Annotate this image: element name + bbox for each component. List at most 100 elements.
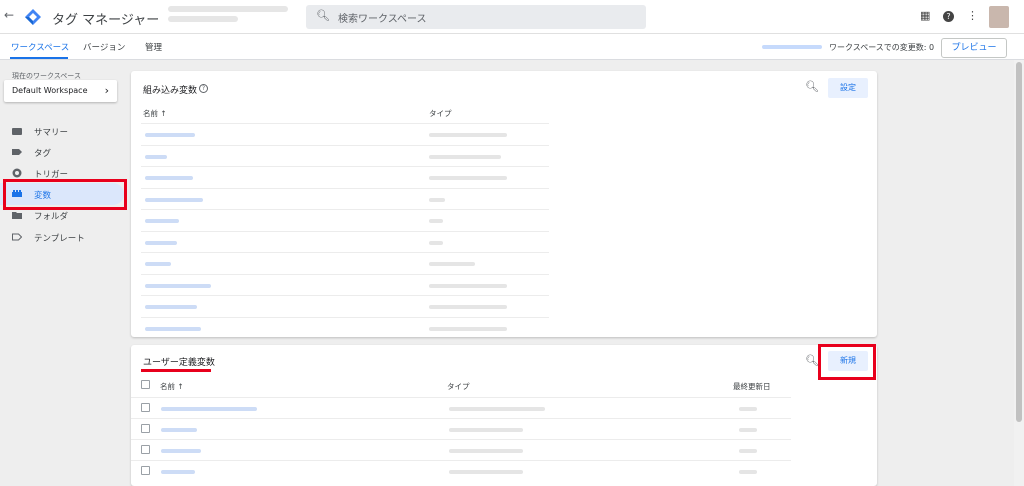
column-header-last-edited: 最終更新日	[733, 382, 771, 391]
table-row[interactable]	[141, 166, 549, 187]
variable-type	[449, 407, 545, 411]
tag-icon	[12, 149, 22, 155]
arrow-left-icon[interactable]: ←	[4, 8, 14, 22]
variable-name-link[interactable]	[145, 305, 197, 309]
tab-admin[interactable]: 管理	[145, 41, 162, 53]
search-icon[interactable]: 🔍︎	[805, 354, 819, 367]
variable-type	[429, 326, 507, 331]
variable-name-link[interactable]	[145, 283, 211, 288]
user-defined-variables-card: ユーザー定義変数 🔍︎ 新規 名前 ↑ タイプ 最終更新日	[131, 345, 877, 486]
table-row[interactable]	[131, 418, 791, 439]
more-vert-icon[interactable]: ⋮	[967, 9, 978, 22]
column-header-type: タイプ	[429, 109, 452, 118]
row-checkbox[interactable]	[141, 403, 150, 412]
table-row[interactable]	[141, 123, 549, 144]
variable-name-link[interactable]	[161, 407, 257, 411]
row-checkbox[interactable]	[141, 424, 150, 433]
tab-workspace[interactable]: ワークスペース	[11, 41, 69, 53]
table-row[interactable]	[141, 295, 549, 316]
variable-name-link[interactable]	[161, 428, 197, 432]
last-edited-date	[739, 428, 757, 432]
variable-name-link[interactable]	[145, 240, 177, 245]
variable-type	[449, 449, 523, 453]
template-icon	[12, 233, 22, 241]
search-icon: 🔍︎	[316, 9, 330, 22]
help-circle-icon[interactable]: ?	[199, 84, 208, 93]
variable-name-link[interactable]	[145, 262, 171, 266]
table-row[interactable]	[131, 439, 791, 460]
table-row[interactable]	[141, 273, 549, 295]
search-icon[interactable]: 🔍︎	[805, 80, 819, 93]
variable-name-link[interactable]	[145, 219, 179, 223]
table-row[interactable]	[141, 230, 549, 252]
table-row[interactable]	[141, 209, 549, 230]
variable-type	[449, 428, 523, 432]
sidebar-item-label: フォルダ	[34, 212, 69, 222]
search-bar[interactable]: 🔍︎ 検索ワークスペース	[306, 5, 646, 29]
row-checkbox[interactable]	[141, 445, 150, 454]
select-all-checkbox[interactable]	[141, 380, 150, 389]
active-tab-indicator	[10, 57, 68, 59]
variable-name-link[interactable]	[145, 326, 201, 331]
variable-type	[429, 283, 507, 288]
variable-name-link[interactable]	[145, 154, 167, 159]
workspace-nav: ワークスペース バージョン 管理 ワークスペースでの変更数: 0 プレビュー	[0, 34, 1024, 60]
row-checkbox[interactable]	[141, 466, 150, 475]
app-title: タグ マネージャー	[52, 13, 160, 28]
highlight-box-variables	[3, 179, 127, 210]
table-row[interactable]	[141, 187, 549, 209]
user-defined-variables-title: ユーザー定義変数	[143, 358, 215, 368]
sidebar-item-label: サマリー	[34, 128, 69, 138]
workspace-selector[interactable]: Default Workspace ›	[4, 80, 117, 102]
search-placeholder[interactable]: 検索ワークスペース	[338, 10, 427, 25]
variable-type	[429, 133, 507, 137]
container-id-link[interactable]	[762, 45, 822, 49]
last-edited-date	[739, 407, 757, 411]
sidebar-item-label: タグ	[34, 149, 52, 159]
tag-manager-logo[interactable]	[24, 8, 42, 26]
builtin-variables-card: 組み込み変数 ? 🔍︎ 設定 名前 ↑ タイプ	[131, 71, 877, 337]
chevron-right-icon: ›	[104, 84, 109, 97]
highlight-underline-user-variables	[141, 369, 211, 372]
sidebar-item-tags[interactable]: タグ	[0, 141, 124, 163]
folder-icon	[12, 212, 22, 219]
tab-versions[interactable]: バージョン	[83, 41, 125, 53]
column-header-type: タイプ	[447, 382, 470, 391]
table-row[interactable]	[131, 460, 791, 481]
avatar[interactable]	[989, 6, 1009, 28]
configure-button[interactable]: 設定	[828, 78, 868, 98]
variable-name-link[interactable]	[161, 470, 195, 474]
variable-type	[449, 470, 523, 474]
sidebar-item-label: テンプレート	[34, 234, 85, 244]
preview-button[interactable]: プレビュー	[941, 38, 1007, 58]
variable-type	[429, 154, 501, 159]
variable-name-link[interactable]	[145, 133, 195, 137]
sidebar-item-summary[interactable]: サマリー	[0, 120, 124, 142]
help-icon[interactable]: ?	[943, 11, 954, 22]
last-edited-date	[739, 470, 757, 474]
variable-type	[429, 262, 475, 266]
variable-type	[429, 305, 507, 309]
highlight-box-new-button	[818, 344, 876, 380]
table-row[interactable]	[131, 397, 791, 418]
table-row[interactable]	[141, 144, 549, 166]
account-selector[interactable]	[168, 6, 298, 28]
scrollbar-thumb[interactable]	[1016, 62, 1022, 422]
column-header-name[interactable]: 名前 ↑	[160, 381, 184, 392]
last-edited-date	[739, 449, 757, 453]
variable-type	[429, 197, 445, 202]
workspace-name: Default Workspace	[12, 86, 88, 95]
top-app-bar: ← タグ マネージャー 🔍︎ 検索ワークスペース ▦ ? ⋮	[0, 0, 1024, 34]
variable-name-link[interactable]	[161, 449, 201, 453]
variable-type	[429, 219, 443, 223]
page-scrollbar[interactable]	[1014, 60, 1024, 486]
workspace-changes-count: ワークスペースでの変更数: 0	[829, 43, 935, 52]
column-header-name[interactable]: 名前 ↑	[143, 108, 167, 119]
sidebar-item-templates[interactable]: テンプレート	[0, 226, 124, 248]
variable-type	[429, 240, 443, 245]
variable-name-link[interactable]	[145, 197, 203, 202]
table-row[interactable]	[141, 252, 549, 273]
apps-grid-icon[interactable]: ▦	[920, 9, 930, 22]
table-row[interactable]	[141, 316, 549, 338]
variable-name-link[interactable]	[145, 176, 193, 180]
